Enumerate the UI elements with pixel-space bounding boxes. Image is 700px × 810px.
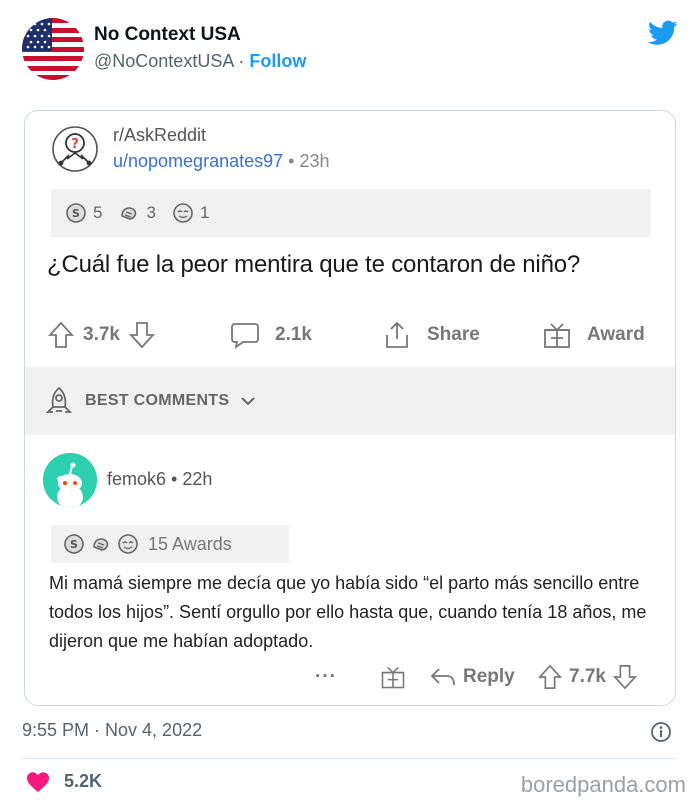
gift-icon bbox=[544, 323, 570, 348]
post-meta: u/nopomegranates97 • 23h bbox=[113, 151, 330, 172]
comment-age: 22h bbox=[182, 469, 213, 489]
gift-icon bbox=[381, 666, 405, 689]
handle-separator: · bbox=[238, 51, 245, 71]
info-icon[interactable] bbox=[650, 721, 672, 743]
wholesome-award-icon bbox=[118, 534, 138, 554]
silver-award-icon: S bbox=[64, 534, 84, 554]
comment-separator: • bbox=[171, 469, 178, 489]
upvote-icon[interactable] bbox=[537, 663, 563, 691]
post-title: ¿Cuál fue la peor mentira que te contaro… bbox=[47, 251, 581, 278]
reply-button[interactable]: Reply bbox=[429, 659, 515, 695]
helpful-award-icon bbox=[121, 207, 137, 220]
subreddit-name: r/AskReddit bbox=[113, 125, 207, 145]
chevron-down-icon bbox=[241, 397, 256, 406]
award-label: Award bbox=[587, 324, 645, 345]
reply-icon bbox=[430, 668, 455, 686]
svg-text:S: S bbox=[72, 207, 80, 220]
share-label: Share bbox=[427, 324, 480, 345]
downvote-icon[interactable] bbox=[128, 320, 156, 350]
upvote-count: 3.7k bbox=[83, 324, 120, 345]
comment-actions: ··· Reply 7.7k bbox=[25, 659, 675, 695]
downvote-icon[interactable] bbox=[612, 663, 638, 691]
display-name[interactable]: No Context USA bbox=[94, 24, 241, 46]
comment-author[interactable]: femok6 bbox=[107, 469, 166, 489]
tweet-header: No Context USA @NoContextUSA · Follow bbox=[0, 0, 700, 100]
rocket-icon bbox=[45, 386, 73, 413]
comment-icon bbox=[231, 323, 259, 350]
askreddit-icon: ? bbox=[52, 126, 98, 172]
silver-award-icon: S bbox=[66, 203, 86, 223]
share-button[interactable]: Share bbox=[381, 311, 480, 359]
sort-comments-bar[interactable]: BEST COMMENTS bbox=[25, 367, 675, 435]
helpful-award-count: 3 bbox=[146, 203, 156, 222]
follow-button[interactable]: Follow bbox=[249, 51, 306, 71]
post-awards-bar: S 5 3 1 bbox=[51, 189, 651, 237]
reddit-screenshot-card: ? r/AskReddit u/nopomegranates97 • 23h S… bbox=[24, 110, 676, 706]
wholesome-award-count: 1 bbox=[199, 203, 210, 222]
comment-body: Mi mamá siempre me decía que yo había si… bbox=[49, 573, 647, 651]
post-author: u/nopomegranates97 bbox=[113, 151, 284, 171]
comment-count: 2.1k bbox=[275, 324, 312, 345]
svg-text:?: ? bbox=[71, 137, 79, 152]
share-icon bbox=[386, 321, 408, 348]
comment-awards-bar: S 15 Awards bbox=[51, 525, 289, 563]
reply-label: Reply bbox=[463, 666, 515, 687]
us-flag-avatar[interactable] bbox=[22, 18, 84, 80]
helpful-award-icon bbox=[93, 538, 109, 551]
post-age: 23h bbox=[299, 151, 330, 171]
watermark: boredpanda.com bbox=[520, 772, 686, 797]
sort-label: BEST COMMENTS bbox=[85, 392, 230, 409]
comment-award-button[interactable] bbox=[379, 659, 407, 695]
snoo-avatar[interactable] bbox=[43, 453, 97, 507]
handle-row: @NoContextUSA · Follow bbox=[94, 51, 306, 72]
post-actions: 3.7k 2.1k Share Award bbox=[25, 311, 675, 359]
comments-button[interactable]: 2.1k bbox=[229, 311, 312, 359]
vote-group: 3.7k bbox=[47, 311, 156, 359]
handle[interactable]: @NoContextUSA bbox=[94, 51, 233, 71]
comment-awards-count: 15 Awards bbox=[148, 533, 232, 554]
award-button[interactable]: Award bbox=[541, 311, 645, 359]
wholesome-award-icon bbox=[173, 203, 193, 223]
comment-vote-count: 7.7k bbox=[569, 666, 606, 687]
divider bbox=[22, 758, 678, 759]
more-options-button[interactable]: ··· bbox=[315, 659, 337, 695]
upvote-icon[interactable] bbox=[47, 320, 75, 350]
comment-meta: femok6 • 22h bbox=[107, 469, 212, 490]
heart-icon[interactable] bbox=[26, 771, 50, 793]
svg-text:S: S bbox=[70, 538, 78, 551]
like-count[interactable]: 5.2K bbox=[64, 771, 102, 792]
tweet-timestamp[interactable]: 9:55 PM · Nov 4, 2022 bbox=[22, 720, 202, 741]
meta-separator: • bbox=[288, 151, 295, 171]
comment-vote-group: 7.7k bbox=[537, 659, 638, 695]
twitter-bird-icon[interactable] bbox=[648, 20, 678, 46]
silver-award-count: 5 bbox=[93, 203, 103, 222]
